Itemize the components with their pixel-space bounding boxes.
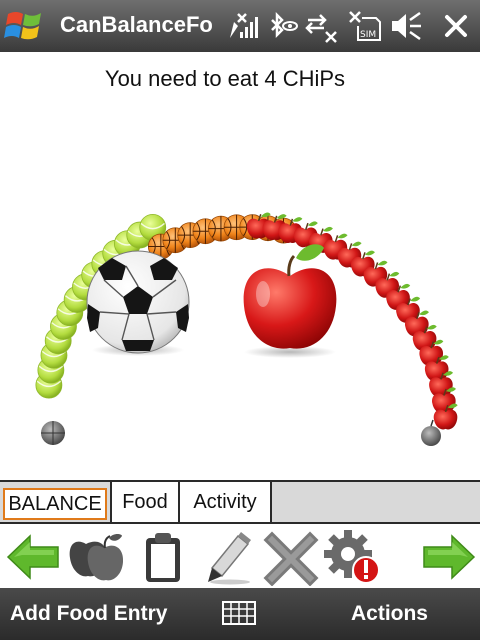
keyboard-icon[interactable] <box>222 601 256 625</box>
pencil-icon[interactable] <box>198 528 256 586</box>
tab-bar: BALANCE Food Activity <box>0 480 480 524</box>
no-sim-icon: SIM <box>349 11 381 41</box>
softkey-bar: Add Food Entry Actions <box>0 588 480 640</box>
windows-start-icon[interactable] <box>4 6 46 46</box>
chips-message: You need to eat 4 CHiPs <box>104 66 346 91</box>
add-food-entry-softkey[interactable]: Add Food Entry <box>10 602 167 626</box>
forward-arrow-icon[interactable] <box>420 528 478 586</box>
app-title: CanBalanceFor <box>60 12 212 37</box>
toolbar <box>0 524 480 588</box>
back-arrow-icon[interactable] <box>4 528 62 586</box>
balance-gauge <box>35 212 458 446</box>
settings-alert-icon[interactable] <box>324 528 382 586</box>
tab-balance[interactable]: BALANCE <box>3 488 107 520</box>
clipboard-icon[interactable] <box>134 528 192 586</box>
soccer-ball-icon <box>86 250 190 356</box>
svg-text:SIM: SIM <box>360 30 376 40</box>
tab-food[interactable]: Food <box>110 482 180 522</box>
actions-softkey[interactable]: Actions <box>351 602 428 626</box>
volume-off-icon[interactable] <box>388 8 424 44</box>
app-screen: CanBalanceFor SIM You need to eat 4 CHiP… <box>0 0 480 640</box>
bluetooth-icon <box>271 11 298 39</box>
connection-off-icon <box>305 14 337 43</box>
apples-icon[interactable] <box>66 528 124 586</box>
tab-activity[interactable]: Activity <box>180 482 272 522</box>
grey-ball-left-icon <box>41 421 65 445</box>
signal-icon <box>230 13 258 38</box>
close-icon[interactable] <box>438 8 474 44</box>
delete-x-icon[interactable] <box>262 528 320 586</box>
title-bar: CanBalanceFor SIM <box>0 0 480 52</box>
apple-icon <box>243 244 337 358</box>
